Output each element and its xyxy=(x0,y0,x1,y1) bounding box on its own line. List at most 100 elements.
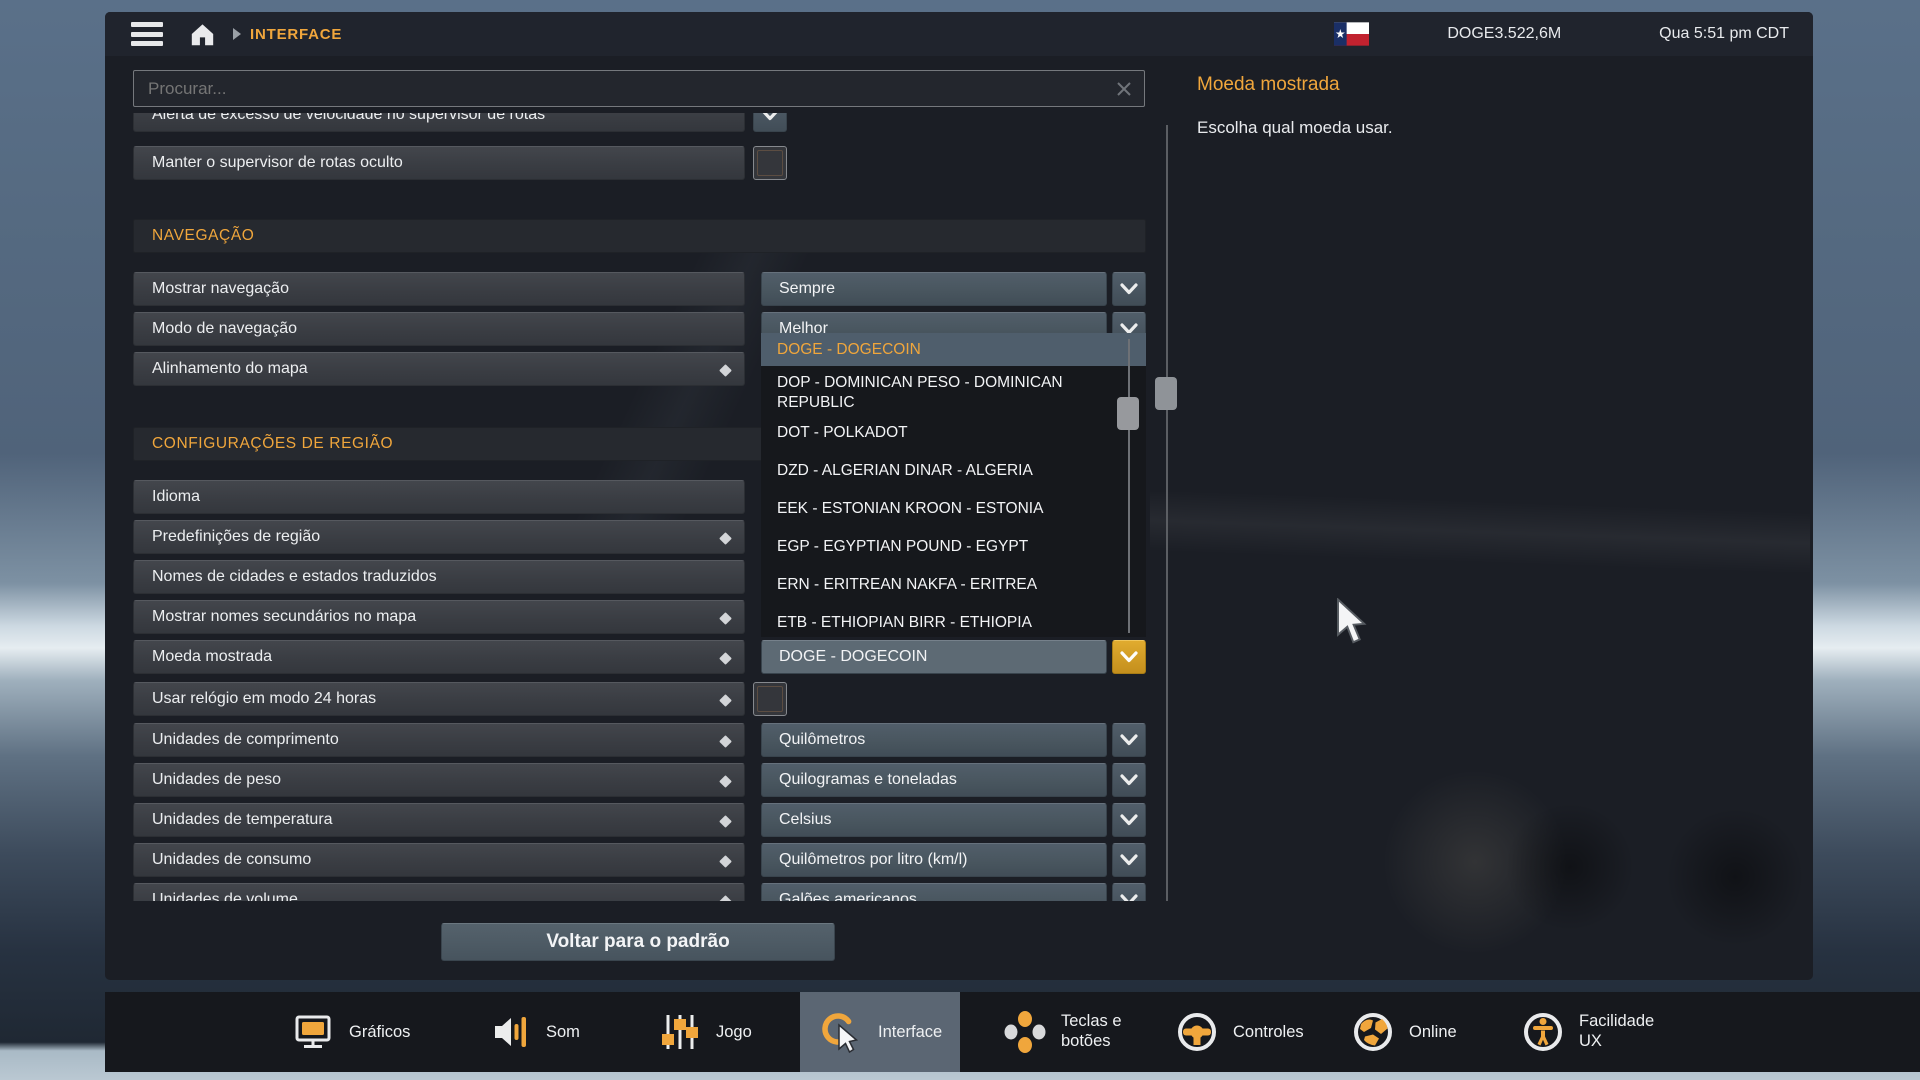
tab-label: Interface xyxy=(878,1023,942,1042)
accessibility-icon xyxy=(1521,1010,1565,1054)
weight-units-dropdown-button[interactable] xyxy=(1112,763,1146,797)
game-clock: Qua 5:51 pm CDT xyxy=(1659,25,1789,43)
modified-diamond-icon xyxy=(719,815,732,828)
modified-diamond-icon xyxy=(719,694,732,707)
currency-dropdown-list: DOGE - DOGECOIN DOP - DOMINICAN PESO - D… xyxy=(761,333,1146,637)
currency-option[interactable]: DOT - POLKADOT xyxy=(761,423,1146,443)
setting-row-temperature-units: Unidades de temperatura xyxy=(133,803,745,837)
texas-flag-icon xyxy=(1334,22,1369,46)
currency-option[interactable]: DZD - ALGERIAN DINAR - ALGERIA xyxy=(761,461,1146,481)
currency-option[interactable]: ERN - ERITREAN NAKFA - ERITREA xyxy=(761,575,1146,595)
setting-row-weight-units: Unidades de peso xyxy=(133,763,745,797)
graphics-monitor-icon xyxy=(291,1010,335,1054)
dropdown-scrollbar-track[interactable] xyxy=(1128,339,1130,633)
setting-label: Predefinições de região xyxy=(152,528,320,545)
light-streak xyxy=(1150,492,1810,572)
currency-option[interactable]: DOP - DOMINICAN PESO - DOMINICAN REPUBLI… xyxy=(761,373,1096,413)
temperature-units-dropdown-button[interactable] xyxy=(1112,803,1146,837)
setting-row-navigation-mode: Modo de navegação xyxy=(133,312,745,346)
currency-option[interactable]: EGP - EGYPTIAN POUND - EGYPT xyxy=(761,537,1146,557)
setting-row-length-units: Unidades de comprimento xyxy=(133,723,745,757)
show-navigation-dropdown[interactable]: Sempre xyxy=(761,272,1107,306)
modified-diamond-icon xyxy=(719,612,732,625)
setting-label: Alinhamento do mapa xyxy=(152,360,308,377)
home-icon[interactable] xyxy=(189,21,216,48)
game-sliders-icon xyxy=(658,1010,702,1054)
close-icon[interactable] xyxy=(1116,81,1132,97)
currency-option-highlighted[interactable]: DOGE - DOGECOIN xyxy=(761,333,1146,366)
modified-diamond-icon xyxy=(719,775,732,788)
setting-row-language: Idioma xyxy=(133,480,745,514)
sound-speaker-icon xyxy=(488,1010,532,1054)
currency-option[interactable]: ETB - ETHIOPIAN BIRR - ETHIOPIA xyxy=(761,613,1146,633)
search-box xyxy=(133,70,1145,107)
player-money: DOGE3.522,6M xyxy=(1447,25,1561,43)
globe-icon xyxy=(1351,1010,1395,1054)
setting-label: Unidades de volume xyxy=(152,891,298,901)
consumption-units-dropdown[interactable]: Quilômetros por litro (km/l) xyxy=(761,843,1107,877)
settings-scrollbar-thumb[interactable] xyxy=(1155,377,1177,410)
tab-interface[interactable]: Interface xyxy=(800,992,960,1072)
currency-option[interactable]: EEK - ESTONIAN KROON - ESTONIA xyxy=(761,499,1146,519)
tab-label: Teclas e botões xyxy=(1061,1012,1145,1052)
steering-wheel-icon xyxy=(1175,1010,1219,1054)
truck-wheel-shadow xyxy=(1505,802,1635,932)
top-bar-right: DOGE3.522,6M Qua 5:51 pm CDT xyxy=(1334,22,1813,46)
tab-game[interactable]: Jogo xyxy=(640,992,770,1072)
weight-units-dropdown[interactable]: Quilogramas e toneladas xyxy=(761,763,1107,797)
settings-panel: INTERFACE DOGE3.522,6M Qua 5:51 pm CDT xyxy=(105,12,1813,980)
keys-buttons-icon xyxy=(1003,1010,1047,1054)
truck-wheel-shadow xyxy=(1665,807,1805,947)
hide-route-advisor-checkbox[interactable] xyxy=(753,146,787,180)
show-navigation-dropdown-button[interactable] xyxy=(1112,272,1146,306)
tab-label: Jogo xyxy=(716,1023,752,1042)
modified-diamond-icon xyxy=(719,532,732,545)
game-settings-screen: INTERFACE DOGE3.522,6M Qua 5:51 pm CDT xyxy=(0,0,1920,1080)
hamburger-menu-icon[interactable] xyxy=(131,22,163,46)
tab-controls[interactable]: Controles xyxy=(1157,992,1322,1072)
temperature-units-dropdown[interactable]: Celsius xyxy=(761,803,1107,837)
tab-online[interactable]: Online xyxy=(1333,992,1475,1072)
tab-sound[interactable]: Som xyxy=(470,992,598,1072)
tab-graphics[interactable]: Gráficos xyxy=(273,992,428,1072)
volume-units-dropdown[interactable]: Galões americanos xyxy=(761,883,1107,901)
setting-label: Unidades de temperatura xyxy=(152,811,333,828)
headlight-glow xyxy=(1365,772,1585,952)
setting-row-translated-city-names: Nomes de cidades e estados traduzidos xyxy=(133,560,745,594)
setting-label: Unidades de comprimento xyxy=(152,731,339,748)
section-header-navigation: NAVEGAÇÃO xyxy=(133,219,1146,253)
setting-label: Moeda mostrada xyxy=(152,648,272,665)
currency-dropdown-button[interactable] xyxy=(1112,640,1146,674)
top-bar: INTERFACE DOGE3.522,6M Qua 5:51 pm CDT xyxy=(105,12,1813,56)
breadcrumb-arrow-icon xyxy=(232,27,242,41)
length-units-dropdown-button[interactable] xyxy=(1112,723,1146,757)
volume-units-dropdown-button[interactable] xyxy=(1112,883,1146,901)
setting-row-map-alignment: Alinhamento do mapa xyxy=(133,352,745,386)
tab-keys-buttons[interactable]: Teclas e botões xyxy=(985,992,1163,1072)
consumption-units-dropdown-button[interactable] xyxy=(1112,843,1146,877)
search-input[interactable] xyxy=(134,79,1116,99)
setting-row-consumption-units: Unidades de consumo xyxy=(133,843,745,877)
settings-scrollbar-track[interactable] xyxy=(1166,125,1168,901)
length-units-dropdown[interactable]: Quilômetros xyxy=(761,723,1107,757)
reset-to-default-button[interactable]: Voltar para o padrão xyxy=(441,923,835,961)
modified-diamond-icon xyxy=(719,895,732,901)
modified-diamond-icon xyxy=(719,364,732,377)
help-panel-description: Escolha qual moeda usar. xyxy=(1197,118,1717,138)
tab-label: Som xyxy=(546,1023,580,1042)
dropdown-scrollbar-thumb[interactable] xyxy=(1117,397,1139,430)
setting-row-hide-route-advisor: Manter o supervisor de rotas oculto xyxy=(133,146,745,180)
setting-label: Unidades de peso xyxy=(152,771,281,788)
speed-alert-dropdown-button[interactable] xyxy=(753,113,787,132)
tab-accessibility-ux[interactable]: Facilidade UX xyxy=(1503,992,1681,1072)
setting-label: Unidades de consumo xyxy=(152,851,311,868)
help-panel-title: Moeda mostrada xyxy=(1197,74,1340,96)
setting-row-speed-alert: Alerta de excesso de velocidade no super… xyxy=(133,113,745,132)
breadcrumb: INTERFACE xyxy=(250,26,342,43)
clock-24h-checkbox[interactable] xyxy=(753,682,787,716)
modified-diamond-icon xyxy=(719,855,732,868)
settings-tab-bar: Gráficos Som xyxy=(105,992,1920,1072)
currency-dropdown-selected[interactable]: DOGE - DOGECOIN xyxy=(761,640,1107,674)
setting-row-secondary-map-names: Mostrar nomes secundários no mapa xyxy=(133,600,745,634)
modified-diamond-icon xyxy=(719,735,732,748)
